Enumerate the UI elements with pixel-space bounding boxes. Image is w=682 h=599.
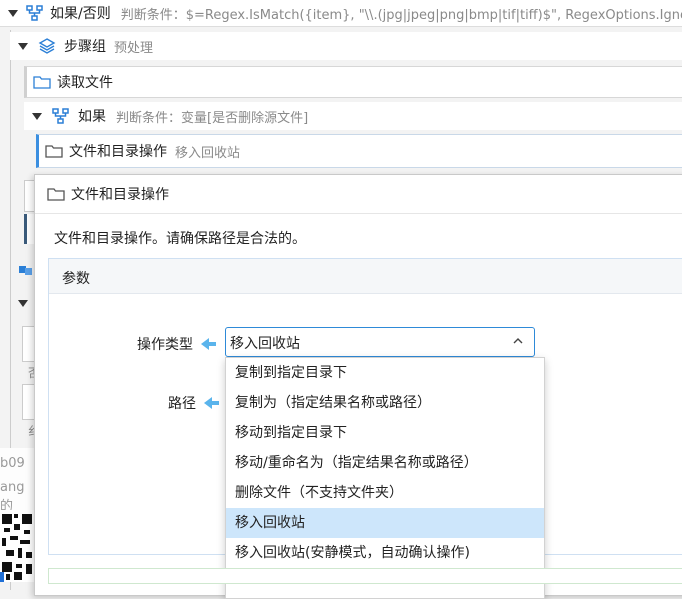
collapse-arrow-icon[interactable] xyxy=(18,42,28,50)
params-header: 参数 xyxy=(49,259,682,294)
layers-icon xyxy=(38,37,56,55)
if-else-title: 如果/否则 xyxy=(50,6,111,22)
dropdown-option[interactable]: 移入回收站 xyxy=(226,508,544,538)
inner-if-condition: 判断条件：变量[是否删除源文件] xyxy=(116,110,309,126)
params-title: 参数 xyxy=(62,271,90,287)
inner-if-title: 如果 xyxy=(78,109,106,125)
inner-if-node[interactable]: 如果 判断条件：变量[是否删除源文件] xyxy=(24,102,682,130)
branch-icon xyxy=(26,4,44,22)
left-text-fragment: b09 xyxy=(0,456,25,471)
path-label-text: 路径 xyxy=(168,396,196,412)
collapse-arrow-icon[interactable] xyxy=(32,112,42,120)
folder-icon xyxy=(47,185,65,203)
op-type-label: 操作类型 xyxy=(137,334,216,354)
read-file-title: 读取文件 xyxy=(57,75,113,91)
qr-code-image xyxy=(0,510,34,582)
dialog-header: 文件和目录操作 xyxy=(35,175,682,214)
branch-icon xyxy=(52,107,70,125)
collapse-arrow-icon[interactable] xyxy=(8,9,18,17)
file-op-node[interactable]: 文件和目录操作 移入回收站 xyxy=(36,134,682,168)
path-label: 路径 xyxy=(168,393,219,413)
dropdown-option[interactable]: 删除文件（不支持文件夹） xyxy=(226,478,544,508)
collapse-arrow-icon[interactable] xyxy=(18,300,28,307)
file-op-subtitle: 移入回收站 xyxy=(175,145,241,161)
step-group-title: 步骤组 xyxy=(64,39,106,55)
layers-icon xyxy=(18,262,34,282)
op-type-select[interactable]: 移入回收站 xyxy=(225,327,535,357)
folder-icon xyxy=(33,73,51,91)
dropdown-option[interactable]: 移动/重命名为（指定结果名称或路径） xyxy=(226,448,544,478)
dropdown-option[interactable]: 复制到指定目录下 xyxy=(226,358,544,388)
step-group-node[interactable]: 步骤组 预处理 xyxy=(10,32,682,60)
arrow-left-icon xyxy=(201,338,216,350)
chevron-up-icon[interactable] xyxy=(512,335,524,351)
file-op-title: 文件和目录操作 xyxy=(69,144,167,160)
op-type-dropdown: 复制到指定目录下 复制为（指定结果名称或路径） 移动到指定目录下 移动/重命名为（指定… xyxy=(225,357,545,599)
read-file-node[interactable]: 读取文件 xyxy=(24,66,682,98)
folder-icon xyxy=(45,142,63,160)
if-else-condition: 判断条件：$=Regex.IsMatch({item}, "\\.(jpg|jp… xyxy=(120,7,682,23)
dropdown-option[interactable]: 移动到指定目录下 xyxy=(226,418,544,448)
dialog-description: 文件和目录操作。请确保路径是合法的。 xyxy=(54,231,306,247)
dropdown-option[interactable]: 移入回收站(安静模式，自动确认操作) xyxy=(226,538,544,568)
op-type-label-text: 操作类型 xyxy=(137,337,193,353)
op-type-select-value: 移入回收站 xyxy=(230,336,300,352)
arrow-left-icon xyxy=(204,397,219,409)
dialog-title: 文件和目录操作 xyxy=(71,187,169,203)
file-op-dialog: 文件和目录操作 文件和目录操作。请确保路径是合法的。 参数 操作类型 移入回收站… xyxy=(34,174,682,599)
dropdown-option[interactable]: 复制为（指定结果名称或路径） xyxy=(226,388,544,418)
if-else-node[interactable]: 如果/否则 判断条件：$=Regex.IsMatch({item}, "\\.(… xyxy=(0,0,682,27)
step-group-subtitle: 预处理 xyxy=(114,40,154,56)
left-text-fragment: ang的 xyxy=(0,480,25,514)
